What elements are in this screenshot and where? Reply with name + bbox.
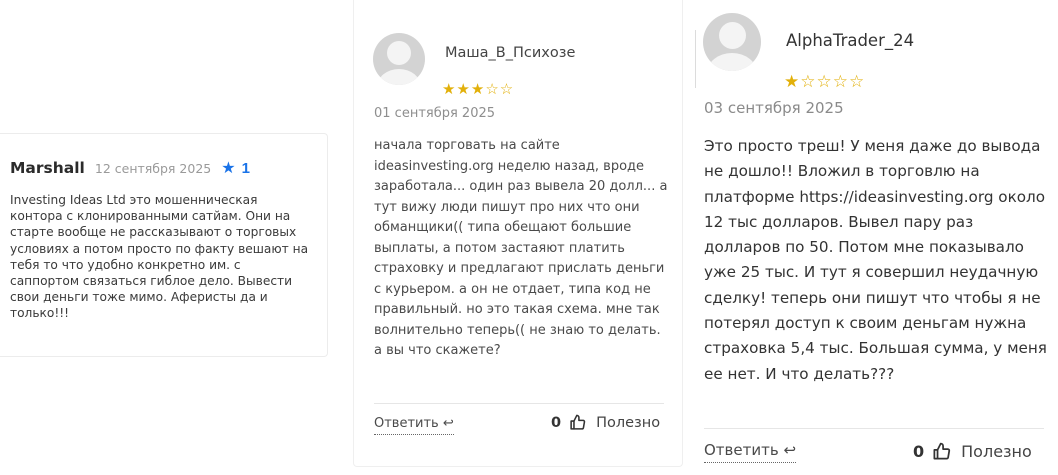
review-text: Это просто треш! У меня даже до вывода н… [704, 137, 1047, 383]
thumbs-up-icon [933, 442, 951, 460]
star-rating: ★☆☆☆☆ [784, 72, 866, 91]
like-button[interactable]: 0 Полезно [551, 414, 660, 431]
review-card-alphatrader: AlphaTrader_24 ★☆☆☆☆ 03 сентября 2025 Эт… [684, 0, 1058, 475]
divider [704, 428, 1044, 429]
thumbs-up-icon [570, 414, 586, 430]
review-author: AlphaTrader_24 [786, 31, 915, 50]
reply-link[interactable]: Ответить ↩ [704, 441, 797, 463]
divider [695, 30, 696, 88]
review-rating: 1 [241, 160, 250, 177]
reply-link[interactable]: Ответить ↩ [374, 416, 454, 435]
review-header: Marshall 12 сентября 2025 ★ 1 [10, 158, 313, 178]
divider [374, 403, 664, 404]
useful-label: Полезно [961, 442, 1032, 461]
review-text: начала торговать на сайте ideasinvesting… [374, 138, 668, 358]
useful-label: Полезно [596, 414, 661, 431]
review-author: Marshall [10, 159, 85, 177]
review-date: 12 сентября 2025 [94, 161, 212, 176]
like-count: 0 [913, 442, 925, 461]
like-button[interactable]: 0 Полезно [913, 442, 1032, 461]
review-card-marshall: Marshall 12 сентября 2025 ★ 1 Investing … [0, 133, 328, 357]
review-date: 01 сентября 2025 [374, 106, 496, 121]
avatar-body-shape [377, 69, 421, 85]
review-author: Маша_В_Психозе [445, 45, 576, 61]
review-text: Investing Ideas Ltd это мошенническая ко… [10, 193, 309, 321]
review-date: 03 сентября 2025 [704, 99, 844, 117]
avatar [373, 33, 425, 85]
star-icon: ★ [221, 160, 236, 177]
star-rating: ★★★☆☆ [442, 81, 515, 98]
like-count: 0 [551, 414, 562, 431]
avatar-head-shape [718, 22, 746, 49]
review-card-masha: Маша_В_Психозе ★★★☆☆ 01 сентября 2025 на… [353, 0, 683, 467]
avatar-body-shape [707, 53, 757, 71]
avatar [703, 13, 761, 71]
avatar-head-shape [387, 41, 411, 65]
